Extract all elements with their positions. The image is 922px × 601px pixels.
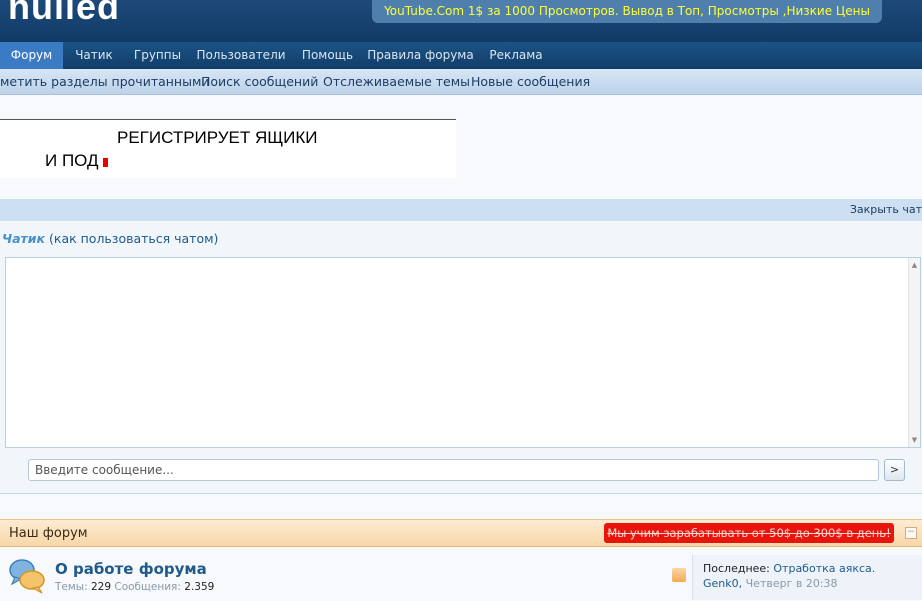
forum-title-link[interactable]: О работе форума xyxy=(55,560,207,578)
forum-section-header: Наш форум Мы учим зарабатывать от 50$ до… xyxy=(0,519,922,547)
topics-count: 229 xyxy=(90,581,112,593)
ad-banner-line1: РЕГИСТРИРУЕТ ЯЩИКИ xyxy=(117,128,318,147)
tab-chat[interactable]: Чатик xyxy=(63,42,125,69)
tab-rules[interactable]: Правила форума xyxy=(363,42,478,69)
tab-users[interactable]: Пользователи xyxy=(190,42,292,69)
sub-nav: метить разделы прочитанными Поиск сообще… xyxy=(0,69,922,95)
last-post-meta: Genk0, Четверг в 20:38 xyxy=(703,577,838,590)
scroll-up-icon[interactable]: ▲ xyxy=(909,261,920,269)
new-messages-link[interactable]: Новые сообщения xyxy=(471,69,590,94)
promo-banner[interactable]: YouTube.Com 1$ за 1000 Просмотров. Вывод… xyxy=(372,0,882,23)
chat-bar: Закрыть чат xyxy=(0,199,922,221)
forum-row: О работе форума Темы: 229 Сообщения: 2.3… xyxy=(0,548,922,601)
scroll-down-icon[interactable]: ▼ xyxy=(909,436,920,444)
chat-scrollbar[interactable]: ▲ ▼ xyxy=(908,258,920,447)
last-post-box: Последнее: Отработка аякса. Genk0, Четве… xyxy=(692,555,922,600)
topics-label: Темы: xyxy=(55,581,88,593)
search-messages-link[interactable]: Поиск сообщений xyxy=(201,69,318,94)
chat-help-link[interactable]: (как пользоваться чатом) xyxy=(49,231,218,246)
chat-title: Чатик (как пользоваться чатом) xyxy=(2,231,218,246)
earnings-badge[interactable]: Мы учим зарабатывать от 50$ до 300$ в де… xyxy=(604,523,894,543)
last-post-line: Последнее: Отработка аякса. xyxy=(703,562,875,575)
ad-banner[interactable]: РЕГИСТРИРУЕТ ЯЩИКИ И ПОД xyxy=(0,119,456,178)
forum-stats: Темы: 229 Сообщения: 2.359 xyxy=(55,581,214,593)
tab-forum[interactable]: Форум xyxy=(0,42,63,69)
posts-count: 2.359 xyxy=(184,581,215,593)
tab-help[interactable]: Помощь xyxy=(292,42,363,69)
chat-messages[interactable]: ▲ ▼ xyxy=(5,257,921,448)
forum-section-title[interactable]: Наш форум xyxy=(9,520,88,547)
rss-icon[interactable] xyxy=(672,568,686,582)
send-button[interactable]: > xyxy=(884,459,905,481)
site-header: nulled YouTube.Com 1$ за 1000 Просмотров… xyxy=(0,0,922,42)
last-thread-link[interactable]: Отработка аякса. xyxy=(773,562,875,575)
tab-ads[interactable]: Реклама xyxy=(478,42,554,69)
blinking-cursor-icon xyxy=(103,158,108,167)
collapse-icon[interactable]: − xyxy=(905,527,917,539)
chat-panel: Чатик (как пользоваться чатом) ▲ ▼ > xyxy=(0,221,922,494)
main-nav: Форум Чатик Группы Пользователи Помощь П… xyxy=(0,42,922,69)
chat-name: Чатик xyxy=(2,231,46,246)
tab-groups[interactable]: Группы xyxy=(125,42,190,69)
chat-message-input[interactable] xyxy=(28,459,879,481)
mark-read-link[interactable]: метить разделы прочитанными xyxy=(0,69,210,94)
watched-threads-link[interactable]: Отслеживаемые темы xyxy=(323,69,470,94)
last-user-link[interactable]: Genk0, xyxy=(703,577,742,590)
site-logo[interactable]: nulled xyxy=(8,0,120,28)
speech-bubbles-icon xyxy=(9,559,45,594)
last-post-time: Четверг в 20:38 xyxy=(745,577,838,590)
last-post-label: Последнее: xyxy=(703,562,770,575)
posts-label: Сообщения: xyxy=(114,581,181,593)
close-chat-link[interactable]: Закрыть чат xyxy=(850,199,922,221)
ad-banner-line2: И ПОД xyxy=(45,151,99,170)
